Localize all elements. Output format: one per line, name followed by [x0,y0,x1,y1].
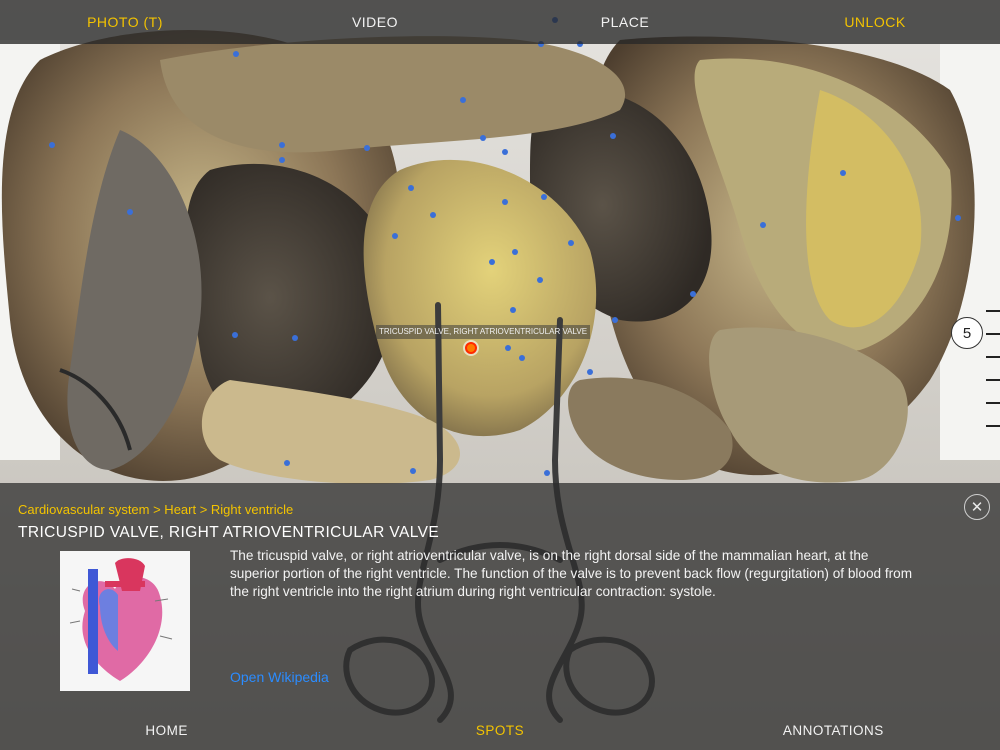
scale-tick [986,425,1000,427]
hotspot-label[interactable]: TRICUSPID VALVE, RIGHT ATRIOVENTRICULAR … [376,325,591,339]
top-navigation-bar: PHOTO (T) VIDEO PLACE UNLOCK [0,0,1000,44]
tab-photo[interactable]: PHOTO (T) [0,0,250,44]
open-wikipedia-link[interactable]: Open Wikipedia [230,669,329,685]
structure-title: TRICUSPID VALVE, RIGHT ATRIOVENTRICULAR … [18,524,440,541]
tab-unlock[interactable]: UNLOCK [750,0,1000,44]
close-icon: ✕ [970,499,984,516]
active-hotspot-marker[interactable] [465,342,477,354]
heart-diagram-icon [60,551,190,691]
breadcrumb[interactable]: Cardiovascular system > Heart > Right ve… [18,502,293,517]
scale-tick [986,402,1000,404]
structure-description: The tricuspid valve, or right atrioventr… [230,548,913,599]
tab-place[interactable]: PLACE [500,0,750,44]
tab-spots[interactable]: SPOTS [333,710,666,750]
bottom-navigation-bar: HOME SPOTS ANNOTATIONS [0,710,1000,750]
tab-home[interactable]: HOME [0,710,333,750]
tab-annotations[interactable]: ANNOTATIONS [667,710,1000,750]
depth-scale [984,310,1000,430]
close-button[interactable]: ✕ [964,494,990,520]
info-panel: Cardiovascular system > Heart > Right ve… [0,483,1000,710]
scale-tick [986,356,1000,358]
tab-video[interactable]: VIDEO [250,0,500,44]
scale-tick [986,333,1000,335]
scale-tick [986,310,1000,312]
layer-level-badge[interactable]: 5 [951,317,983,349]
scale-tick [986,379,1000,381]
